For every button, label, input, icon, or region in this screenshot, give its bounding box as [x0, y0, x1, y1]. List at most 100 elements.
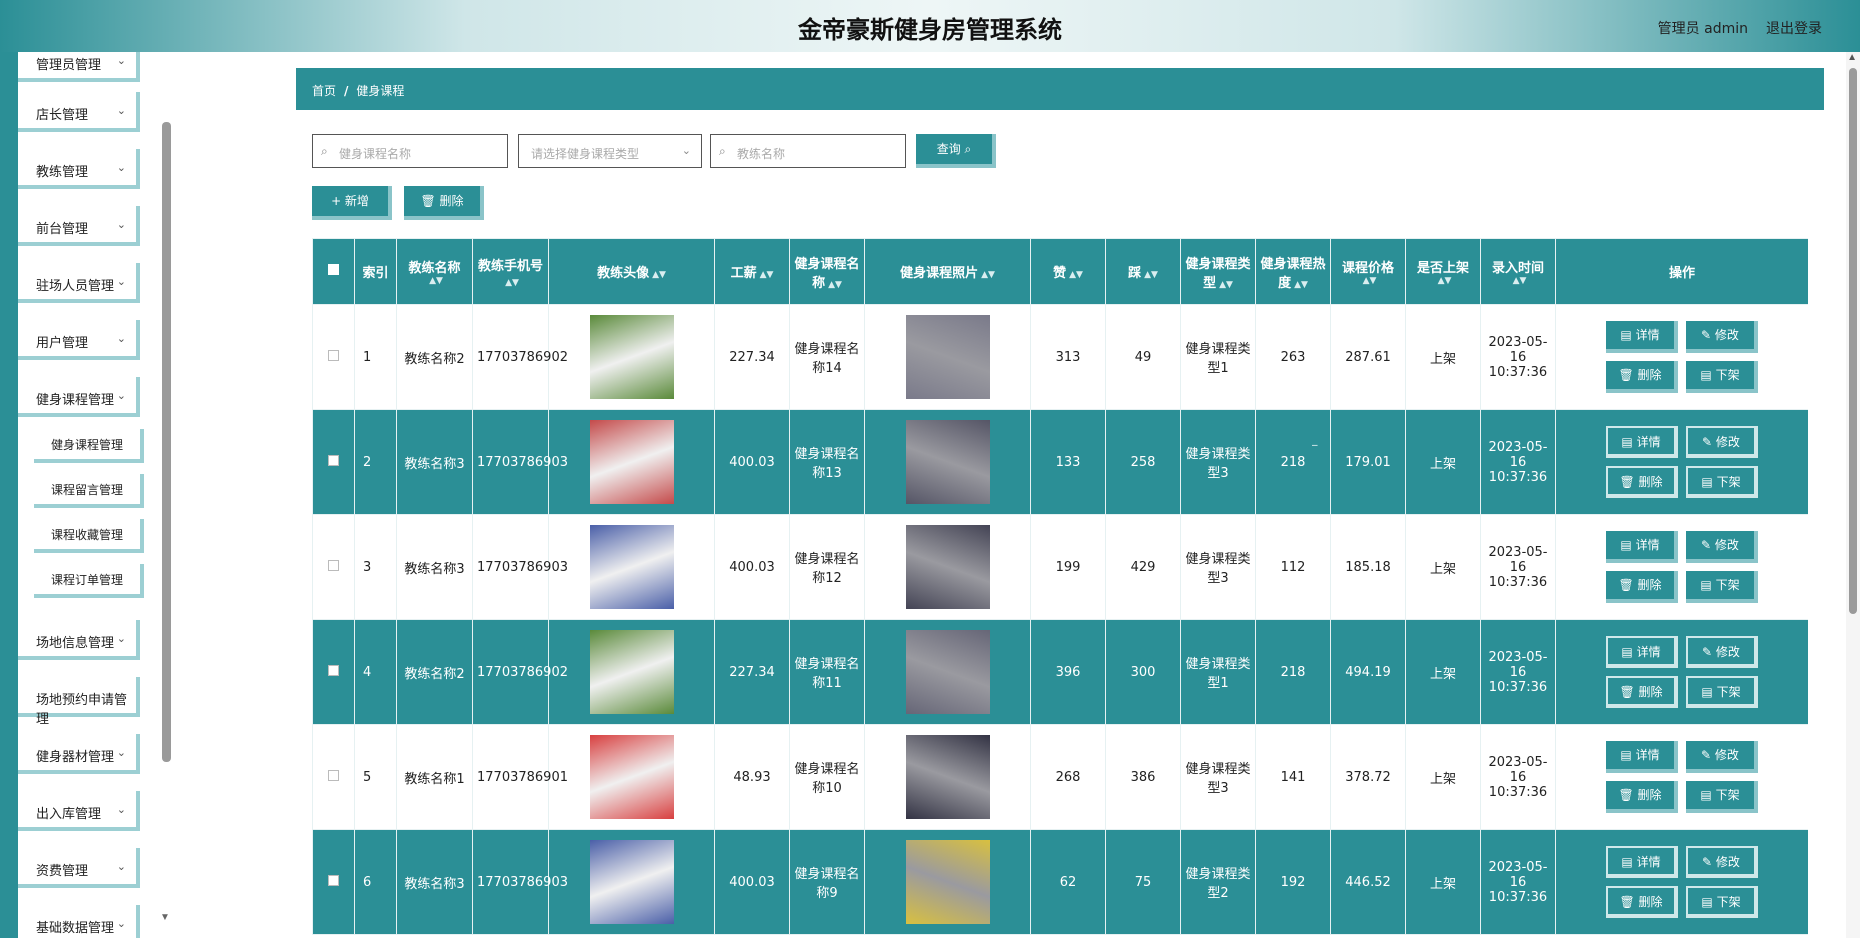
delete-button[interactable]: 🗑 删除 [1606, 886, 1678, 918]
sidebar-item-admin[interactable]: 管理员管理 ⌄ [18, 52, 140, 82]
col-header[interactable]: 踩 ▲▼ [1105, 238, 1181, 305]
table-row[interactable]: 6 教练名称3 17703786903 400.03 健身课程名称9 62 75 健身课程类型… [312, 829, 1808, 935]
edit-button[interactable]: ✎ 修改 [1686, 531, 1758, 563]
offshelf-button[interactable]: ▤ 下架 [1686, 781, 1758, 813]
offshelf-button[interactable]: ▤ 下架 [1686, 676, 1758, 708]
cell-type: 健身课程类型2 [1180, 829, 1256, 935]
col-header[interactable]: 录入时间 ▲▼ [1480, 238, 1556, 305]
detail-button[interactable]: ▤ 详情 [1606, 846, 1678, 878]
col-header[interactable]: 课程价格 ▲▼ [1330, 238, 1406, 305]
page-scrollbar-thumb[interactable] [1849, 68, 1857, 614]
delete-button[interactable]: 🗑 删除 [1606, 466, 1678, 498]
col-header[interactable]: 健身课程照片 ▲▼ [864, 238, 1031, 305]
add-button[interactable]: + 新增 [312, 186, 392, 220]
sidebar-item-basic-data[interactable]: 基础数据管理 ⌄ [18, 905, 140, 938]
table-row[interactable]: 1 教练名称2 17703786902 227.34 健身课程名称14 313 49 健身课程… [312, 304, 1808, 410]
edit-button[interactable]: ✎ 修改 [1686, 426, 1758, 458]
row-checkbox[interactable] [312, 514, 355, 620]
col-header[interactable]: 健身课程名称 ▲▼ [789, 238, 865, 305]
cell-course-photo [864, 829, 1031, 935]
detail-button[interactable]: ▤ 详情 [1606, 636, 1678, 668]
cell-coach: 教练名称3 [396, 514, 473, 620]
batch-delete-button[interactable]: 🗑 删除 [404, 186, 484, 220]
course-type-select[interactable]: 请选择健身课程类型 ⌄ [518, 134, 702, 168]
edit-button[interactable]: ✎ 修改 [1686, 636, 1758, 668]
row-checkbox[interactable] [312, 724, 355, 830]
col-header[interactable]: 健身课程热度 ▲▼ [1255, 238, 1331, 305]
sidebar-item-reception[interactable]: 前台管理 ⌄ [18, 206, 140, 246]
detail-button[interactable]: ▤ 详情 [1606, 741, 1678, 773]
table-row[interactable]: 4 教练名称2 17703786902 227.34 健身课程名称11 396 300 健身课… [312, 619, 1808, 725]
scroll-down-arrow-icon[interactable]: ▼ [160, 912, 170, 923]
trash-icon: 🗑 [420, 194, 436, 208]
sidebar-subitem-course-favorite[interactable]: 课程收藏管理 [34, 519, 144, 553]
col-header[interactable]: 教练头像 ▲▼ [548, 238, 715, 305]
sidebar-item-user[interactable]: 用户管理 ⌄ [18, 320, 140, 360]
sidebar-item-resident[interactable]: 驻场人员管理 ⌄ [18, 263, 140, 303]
detail-button[interactable]: ▤ 详情 [1606, 426, 1678, 458]
cell-price: 494.19 [1330, 619, 1406, 725]
offshelf-button[interactable]: ▤ 下架 [1686, 466, 1758, 498]
cell-likes: 62 [1030, 829, 1106, 935]
row-checkbox[interactable] [312, 619, 355, 725]
cell-salary: 227.34 [714, 619, 790, 725]
cell-price: 185.18 [1330, 514, 1406, 620]
sidebar-item-stock[interactable]: 出入库管理 ⌄ [18, 791, 140, 831]
col-header[interactable]: 教练手机号▲▼ [472, 238, 549, 305]
delete-button[interactable]: 🗑 删除 [1606, 676, 1678, 708]
sidebar-item-venue-booking[interactable]: 场地预约申请管理 [18, 677, 140, 727]
sidebar-subitem-course-order[interactable]: 课程订单管理 [34, 564, 144, 598]
sidebar-item-venue[interactable]: 场地信息管理 ⌄ [18, 620, 140, 660]
edit-button[interactable]: ✎ 修改 [1686, 846, 1758, 878]
sidebar-item-fees[interactable]: 资费管理 ⌄ [18, 848, 140, 888]
sidebar-item-course[interactable]: 健身课程管理 ⌄ [18, 377, 140, 417]
col-header[interactable]: 是否上架 ▲▼ [1405, 238, 1481, 305]
col-header[interactable]: 工薪 ▲▼ [714, 238, 790, 305]
offshelf-button[interactable]: ▤ 下架 [1686, 361, 1758, 393]
col-header[interactable]: 健身课程类型 ▲▼ [1180, 238, 1256, 305]
cell-index: 4 [354, 619, 397, 725]
cell-coach-avatar [548, 514, 715, 620]
logout-link[interactable]: 退出登录 [1766, 18, 1822, 38]
detail-button[interactable]: ▤ 详情 [1606, 321, 1678, 353]
cell-heat: 192 [1255, 829, 1331, 935]
sidebar-item-coach[interactable]: 教练管理 ⌄ [18, 149, 140, 189]
sidebar-subitem-course-comment[interactable]: 课程留言管理 [34, 474, 144, 508]
cell-time: 2023-05-16 10:37:36 [1480, 724, 1556, 830]
table-row[interactable]: 2 教练名称3 17703786903 400.03 健身课程名称13 133 258 健身课… [312, 409, 1808, 515]
breadcrumb-separator: / [344, 84, 349, 98]
detail-button[interactable]: ▤ 详情 [1606, 531, 1678, 563]
row-checkbox[interactable] [312, 829, 355, 935]
sidebar-item-store-manager[interactable]: 店长管理 ⌄ [18, 92, 140, 132]
select-all-checkbox[interactable] [312, 238, 355, 305]
col-header[interactable]: 教练名称 ▲▼ [396, 238, 473, 305]
row-checkbox[interactable] [312, 409, 355, 515]
edit-button[interactable]: ✎ 修改 [1686, 321, 1758, 353]
query-button[interactable]: 查询 ⌕ [916, 134, 996, 168]
sidebar-item-equipment[interactable]: 健身器材管理 ⌄ [18, 734, 140, 774]
cell-course: 健身课程名称10 [789, 724, 865, 830]
coach-name-input[interactable]: ⌕ 教练名称 [710, 134, 906, 168]
row-checkbox[interactable] [312, 304, 355, 410]
scroll-up-arrow-icon[interactable]: ▲ [1847, 52, 1857, 63]
edit-button[interactable]: ✎ 修改 [1686, 741, 1758, 773]
delete-button[interactable]: 🗑 删除 [1606, 571, 1678, 603]
cell-salary: 400.03 [714, 409, 790, 515]
cell-heat: 218 [1255, 409, 1331, 515]
cell-price: 446.52 [1330, 829, 1406, 935]
cell-price: 287.61 [1330, 304, 1406, 410]
table-row[interactable]: 3 教练名称3 17703786903 400.03 健身课程名称12 199 429 健身课… [312, 514, 1808, 620]
cell-course-photo [864, 619, 1031, 725]
chevron-down-icon: ⌄ [116, 104, 126, 117]
course-name-input[interactable]: ⌕ 健身课程名称 [312, 134, 508, 168]
cell-heat: 141 [1255, 724, 1331, 830]
sidebar-subitem-course-manage[interactable]: 健身课程管理 [34, 429, 144, 463]
delete-button[interactable]: 🗑 删除 [1606, 781, 1678, 813]
sidebar-scrollbar[interactable] [162, 122, 171, 762]
offshelf-button[interactable]: ▤ 下架 [1686, 571, 1758, 603]
col-header[interactable]: 赞 ▲▼ [1030, 238, 1106, 305]
delete-button[interactable]: 🗑 删除 [1606, 361, 1678, 393]
breadcrumb-home[interactable]: 首页 [312, 84, 336, 98]
table-row[interactable]: 5 教练名称1 17703786901 48.93 健身课程名称10 268 386 健身课程… [312, 724, 1808, 830]
offshelf-button[interactable]: ▤ 下架 [1686, 886, 1758, 918]
